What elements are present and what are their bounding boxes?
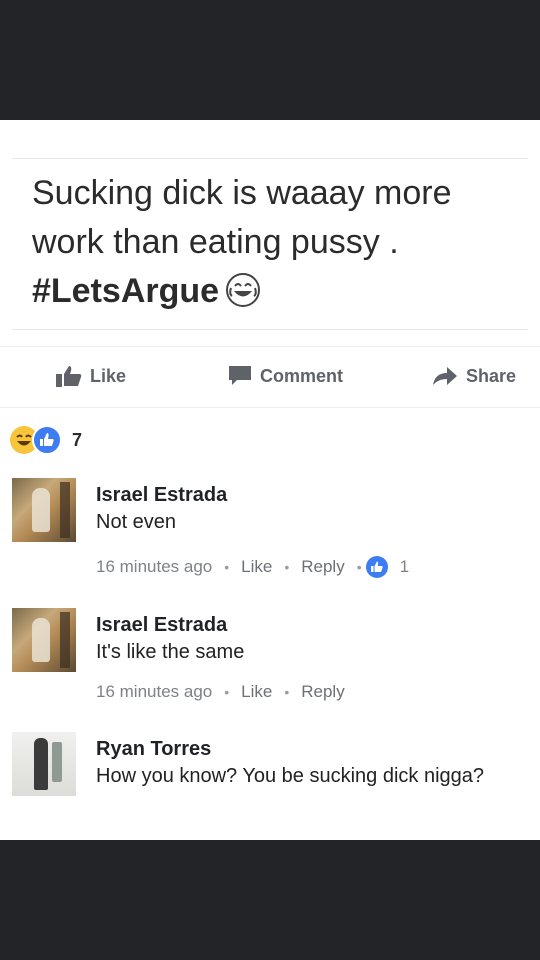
comment-reply-link[interactable]: Reply bbox=[301, 682, 344, 702]
separator-dot: • bbox=[224, 684, 230, 700]
comment-meta: 16 minutes ago • Like • Reply • 1 bbox=[96, 556, 409, 578]
separator-dot: • bbox=[284, 684, 290, 700]
like-badge-icon bbox=[365, 556, 388, 578]
post-content: Sucking dick is waaay more work than eat… bbox=[12, 158, 528, 330]
comment-author[interactable]: Israel Estrada bbox=[96, 614, 227, 637]
avatar[interactable] bbox=[12, 608, 76, 672]
reaction-count: 7 bbox=[72, 429, 83, 450]
separator-dot: • bbox=[356, 559, 362, 575]
share-button[interactable]: Share bbox=[432, 365, 516, 387]
comment-like-link[interactable]: Like bbox=[241, 682, 272, 702]
like-label: Like bbox=[90, 365, 127, 386]
share-label: Share bbox=[466, 365, 517, 386]
hashtag-link[interactable]: #LetsArgue bbox=[32, 272, 219, 310]
share-arrow-icon bbox=[433, 367, 457, 385]
comment-text: It's like the same bbox=[96, 641, 245, 663]
comment-timestamp[interactable]: 16 minutes ago bbox=[96, 682, 212, 702]
post-text: Sucking dick is waaay more work than eat… bbox=[32, 169, 522, 316]
post-action-bar: Like Comment Share bbox=[0, 346, 540, 408]
comment-label: Comment bbox=[260, 365, 344, 386]
comment-meta: 16 minutes ago • Like • Reply bbox=[96, 682, 345, 702]
comment-timestamp[interactable]: 16 minutes ago bbox=[96, 557, 212, 577]
comment-author[interactable]: Israel Estrada bbox=[96, 484, 227, 507]
avatar[interactable] bbox=[12, 732, 76, 796]
thumbs-up-icon bbox=[56, 366, 82, 387]
like-reaction-icon bbox=[32, 425, 62, 455]
comment-button[interactable]: Comment bbox=[228, 365, 343, 387]
comment-like-count: 1 bbox=[399, 557, 410, 576]
separator-dot: • bbox=[284, 559, 290, 575]
comment-text: How you know? You be sucking dick nigga? bbox=[96, 765, 485, 787]
post-hashtag-line: #LetsArgue bbox=[32, 267, 522, 316]
separator-dot: • bbox=[224, 559, 230, 575]
post-text-line-2: work than eating pussy . bbox=[32, 223, 399, 261]
comment-author[interactable]: Ryan Torres bbox=[96, 738, 211, 761]
avatar[interactable] bbox=[12, 478, 76, 542]
screenshot-panel: Sucking dick is waaay more work than eat… bbox=[0, 120, 540, 840]
comment-like-link[interactable]: Like bbox=[241, 557, 272, 577]
post-text-line-1: Sucking dick is waaay more bbox=[32, 174, 452, 212]
comment-text: Not even bbox=[96, 511, 177, 533]
reactions-summary[interactable]: 7 bbox=[10, 425, 82, 455]
like-button[interactable]: Like bbox=[56, 365, 126, 387]
laugh-emoji-icon bbox=[225, 272, 261, 308]
comment-icon bbox=[229, 366, 251, 385]
comment-reply-link[interactable]: Reply bbox=[301, 557, 344, 577]
